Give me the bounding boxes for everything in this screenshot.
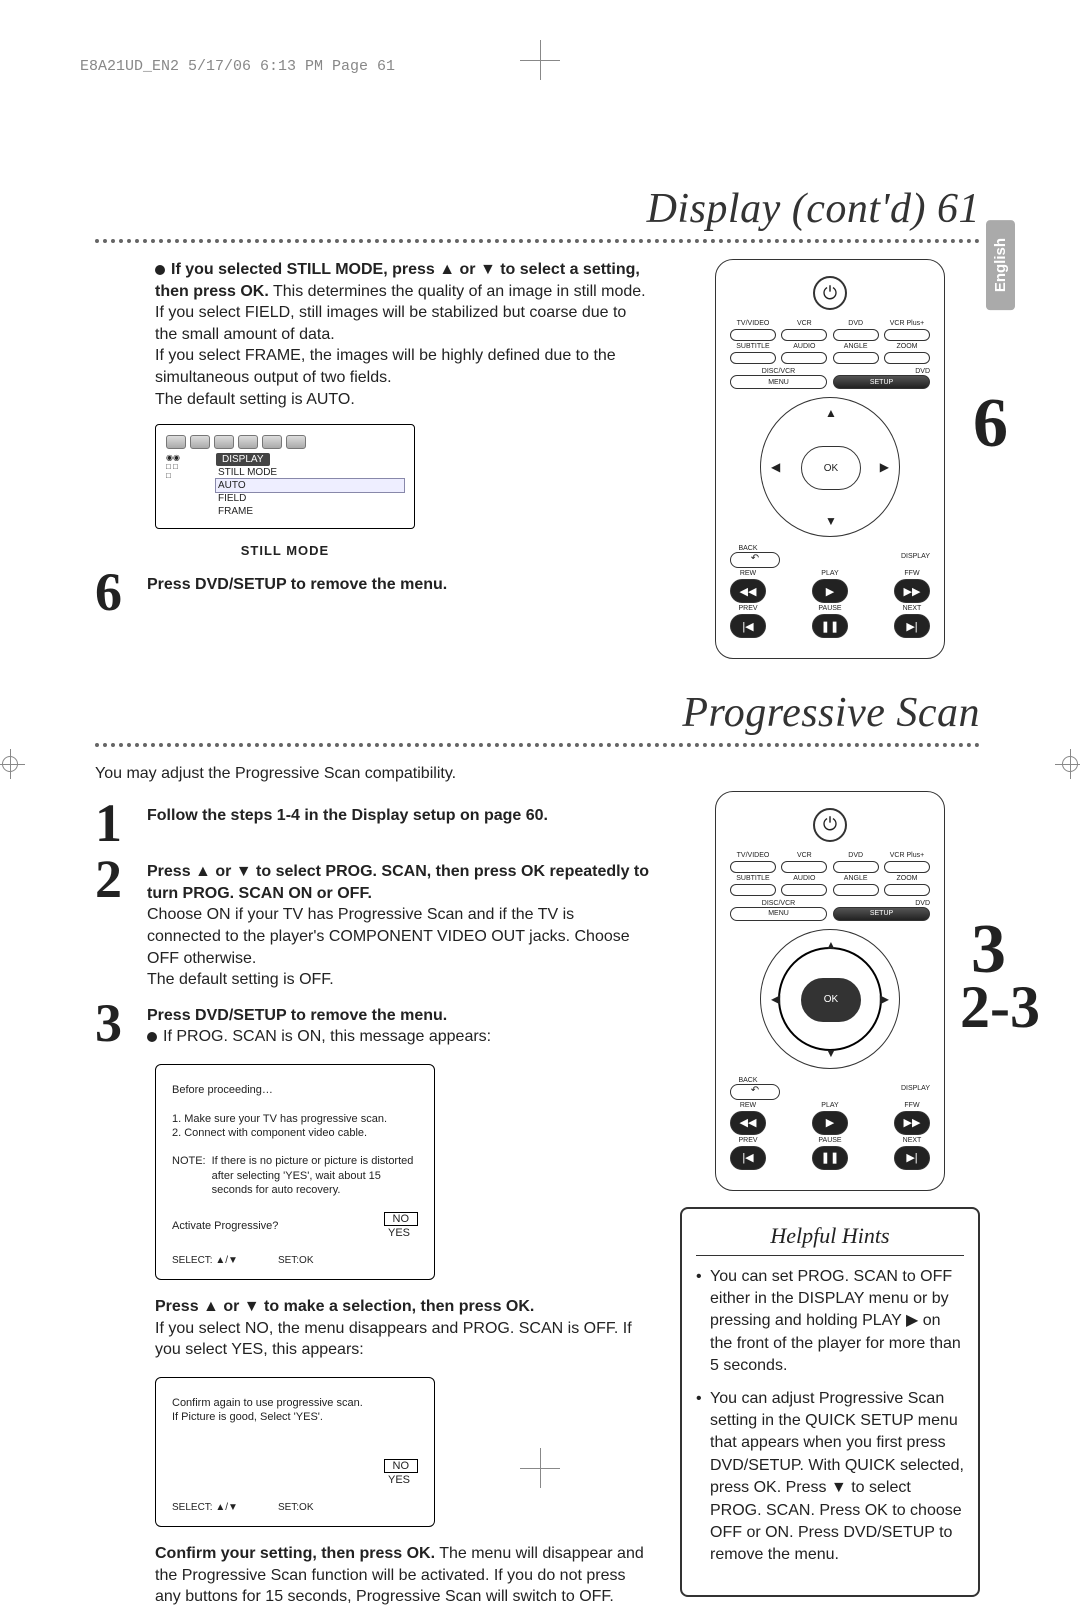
- osd-caption: STILL MODE: [155, 543, 415, 558]
- helpful-hints: Helpful Hints You can set PROG. SCAN to …: [680, 1207, 980, 1597]
- section-title-display: Display (cont'd) 61: [95, 185, 980, 233]
- remote-illustration-bottom: TV/VIDEOVCRDVDVCR Plus+ SUBTITLEAUDIOANG…: [715, 791, 945, 1191]
- step-number-6: 6: [95, 568, 135, 617]
- step-number-2: 2: [95, 855, 135, 991]
- bullet-icon: [155, 265, 165, 275]
- divider-dots-2: [95, 743, 980, 747]
- language-tab: English: [986, 220, 1015, 310]
- crop-mark-left: [0, 749, 25, 779]
- after-dialog2: Confirm your setting, then press OK. The…: [95, 1543, 650, 1608]
- after-dialog1: Press ▲ or ▼ to make a selection, then p…: [95, 1296, 650, 1361]
- dpad: ▲▼◀▶ OK: [760, 397, 900, 537]
- running-header: E8A21UD_EN2 5/17/06 6:13 PM Page 61: [80, 58, 395, 75]
- callout-6: 6: [973, 389, 1008, 459]
- step-number-1: 1: [95, 799, 135, 848]
- page-number: 61: [937, 186, 980, 232]
- remote-illustration-top: TV/VIDEOVCRDVDVCR Plus+ SUBTITLEAUDIOANG…: [715, 259, 945, 659]
- step6-text: Press DVD/SETUP to remove the menu.: [147, 576, 447, 593]
- crop-mark-right: [1055, 749, 1080, 779]
- osd-still-mode: ◉◉□ □□ DISPLAY STILL MODE AUTO FIELD FRA…: [155, 424, 415, 529]
- progressive-intro: You may adjust the Progressive Scan comp…: [95, 763, 980, 785]
- setup-button: SETUP: [833, 907, 930, 921]
- hints-title: Helpful Hints: [696, 1223, 964, 1256]
- still-mode-paragraph: If you selected STILL MODE, press ▲ or ▼…: [95, 259, 650, 410]
- title-text: Display (cont'd): [647, 186, 926, 232]
- page-content: Display (cont'd) 61 If you selected STIL…: [95, 185, 980, 1608]
- dialog-activate-progressive: Before proceeding… 1. Make sure your TV …: [155, 1064, 435, 1280]
- setup-button: SETUP: [833, 375, 930, 389]
- crop-mark-top: [520, 40, 560, 80]
- step-number-3: 3: [95, 999, 135, 1048]
- osd-header: DISPLAY: [216, 453, 270, 466]
- divider-dots: [95, 239, 980, 243]
- dialog-confirm-progressive: Confirm again to use progressive scan. I…: [155, 1377, 435, 1527]
- section-title-progressive: Progressive Scan: [95, 689, 980, 737]
- callout-2-3: 2-3: [960, 977, 1040, 1037]
- bullet-icon: [147, 1032, 157, 1042]
- power-icon: [813, 276, 847, 310]
- power-icon: [813, 808, 847, 842]
- hint-item: You can set PROG. SCAN to OFF either in …: [696, 1266, 964, 1378]
- hint-item: You can adjust Progressive Scan setting …: [696, 1388, 964, 1567]
- step2-detail: Choose ON if your TV has Progressive Sca…: [147, 906, 630, 988]
- dpad: ▲▼◀▶ OK: [760, 929, 900, 1069]
